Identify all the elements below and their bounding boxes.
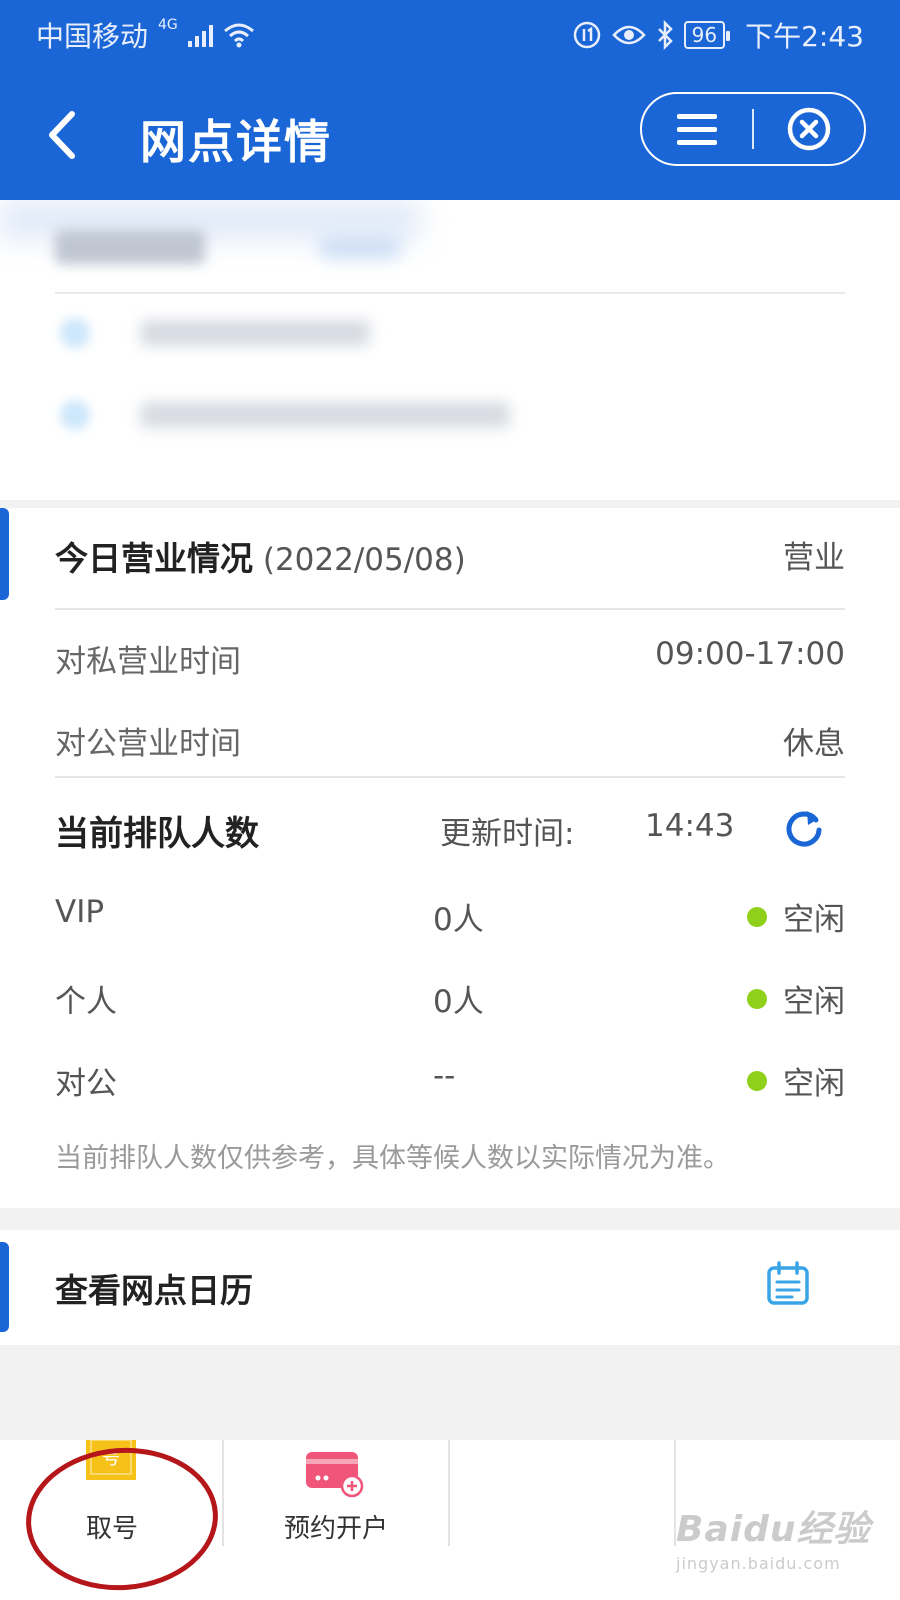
- queue-disclaimer: 当前排队人数仅供参考，具体等候人数以实际情况为准。: [55, 1143, 730, 1174]
- queue-header: 当前排队人数 更新时间: 14:43: [55, 806, 845, 856]
- queue-type: 个人: [55, 984, 117, 1020]
- business-today-title: 今日营业情况: [55, 539, 253, 578]
- empty-tab: [450, 1440, 674, 1590]
- queue-status-text: 空闲: [783, 1066, 845, 1102]
- private-hours-label: 对私营业时间: [55, 644, 241, 680]
- status-dot-icon: [747, 906, 767, 927]
- eye-icon: [611, 25, 646, 45]
- refresh-icon[interactable]: [783, 806, 825, 848]
- queue-count: 0人: [433, 902, 484, 938]
- reserve-account-tab[interactable]: 预约开户: [224, 1440, 448, 1590]
- network-type: 4G: [158, 17, 178, 33]
- corporate-hours-value: 休息: [783, 726, 845, 762]
- back-arrow-icon[interactable]: [40, 108, 90, 162]
- corporate-hours-label: 对公营业时间: [55, 726, 241, 762]
- branch-calendar-link[interactable]: 查看网点日历: [0, 1230, 900, 1345]
- queue-status-text: 空闲: [783, 984, 845, 1020]
- bluetooth-icon: [657, 20, 673, 50]
- branch-info-redacted: [0, 200, 900, 500]
- status-bar: 中国移动 4G 96 下午2:43: [0, 0, 900, 70]
- business-status: 营业: [783, 540, 845, 576]
- corporate-hours-row: 对公营业时间 休息: [55, 718, 845, 763]
- baidu-watermark: Baidu经验 jingyan.baidu.com: [676, 1500, 876, 1590]
- queue-row: VIP 0人 空闲: [55, 894, 845, 938]
- business-status-card: 今日营业情况 (2022/05/08) 营业 对私营业时间 09:00-17:0…: [0, 508, 900, 1208]
- status-dot-icon: [747, 988, 767, 1009]
- queue-type: 对公: [55, 1066, 117, 1102]
- business-date: (2022/05/08): [262, 542, 466, 578]
- status-dot-icon: [747, 1070, 767, 1091]
- battery-icon: 96: [683, 21, 731, 49]
- queue-status: 空闲: [747, 1058, 845, 1103]
- update-time-value: 14:43: [645, 808, 735, 844]
- data-saver-icon: [573, 21, 600, 49]
- queue-title: 当前排队人数: [55, 814, 259, 854]
- private-hours-value: 09:00-17:00: [655, 636, 845, 672]
- queue-count: --: [433, 1058, 456, 1094]
- queue-status: 空闲: [747, 894, 845, 939]
- menu-button[interactable]: [642, 94, 752, 164]
- queue-row: 对公 -- 空闲: [55, 1058, 845, 1102]
- page-title: 网点详情: [140, 115, 332, 169]
- close-circle-icon: [787, 107, 831, 151]
- wifi-icon: [223, 23, 254, 48]
- carrier-label: 中国移动: [36, 20, 149, 53]
- header: 中国移动 4G 96 下午2:43 网点详情: [0, 0, 900, 200]
- close-button[interactable]: [754, 94, 864, 164]
- signal-icon: [187, 23, 213, 47]
- reserve-account-label: 预约开户: [283, 1514, 388, 1544]
- section-accent: [0, 508, 9, 600]
- queue-status-text: 空闲: [783, 902, 845, 938]
- queue-type: VIP: [55, 894, 105, 930]
- business-today-header: 今日营业情况 (2022/05/08) 营业: [55, 532, 845, 578]
- update-time-label: 更新时间:: [440, 816, 575, 852]
- private-hours-row: 对私营业时间 09:00-17:00: [55, 636, 845, 681]
- queue-row: 个人 0人 空闲: [55, 976, 845, 1020]
- card-add-icon: [306, 1452, 364, 1498]
- nav-bar: 网点详情: [0, 80, 900, 190]
- clock: 下午2:43: [745, 20, 864, 53]
- menu-icon: [677, 114, 717, 145]
- divider: [55, 776, 845, 778]
- queue-status: 空闲: [747, 976, 845, 1021]
- watermark-url: jingyan.baidu.com: [676, 1554, 841, 1573]
- watermark-brand: Baidu经验: [676, 1509, 871, 1550]
- calendar-title: 查看网点日历: [55, 1271, 253, 1310]
- mini-program-capsule: [640, 92, 866, 166]
- queue-count: 0人: [433, 984, 484, 1020]
- divider: [55, 608, 845, 610]
- section-accent: [0, 1242, 9, 1332]
- calendar-icon: [767, 1261, 809, 1305]
